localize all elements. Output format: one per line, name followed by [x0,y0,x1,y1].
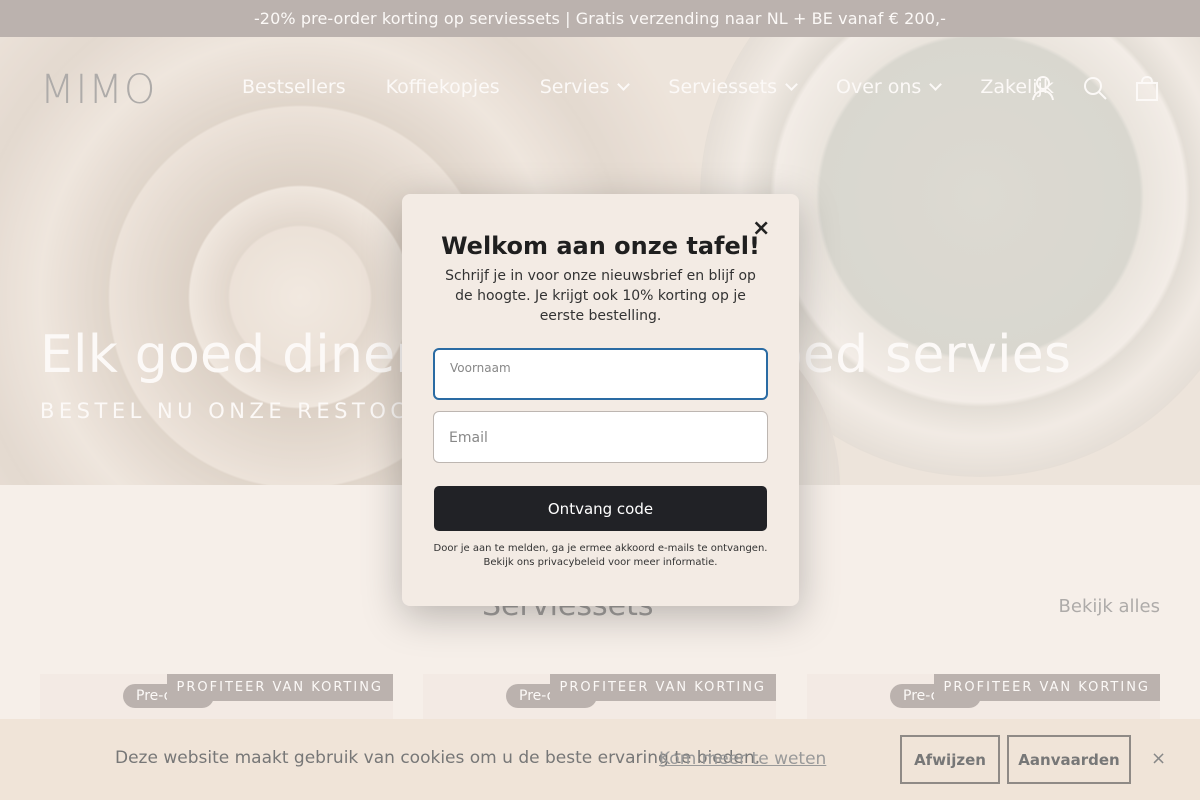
cookie-decline-button[interactable]: Afwijzen [900,735,1000,784]
modal-description: Schrijf je in voor onze nieuwsbrief en b… [445,268,756,324]
newsletter-modal: × Welkom aan onze tafel! Schrijf je in v… [402,194,799,606]
fine-print-line[interactable]: Bekijk ons privacybeleid voor meer infor… [432,556,769,570]
first-name-field[interactable]: Voornaam [433,348,768,400]
email-label: Email [449,430,488,446]
modal-title: Welkom aan onze tafel! [441,232,760,260]
cookie-learn-more-link[interactable]: Kom meer te weten [659,749,826,769]
get-code-button[interactable]: Ontvang code [434,486,767,531]
fine-print-line: Door je aan te melden, ga je ermee akkoo… [433,543,768,554]
email-field[interactable]: Email [433,411,768,463]
first-name-label: Voornaam [450,361,511,375]
fine-print: Door je aan te melden, ga je ermee akkoo… [432,542,769,570]
cookie-close-icon[interactable]: × [1151,748,1166,769]
cookie-accept-button[interactable]: Aanvaarden [1007,735,1131,784]
first-name-input[interactable] [450,374,750,392]
